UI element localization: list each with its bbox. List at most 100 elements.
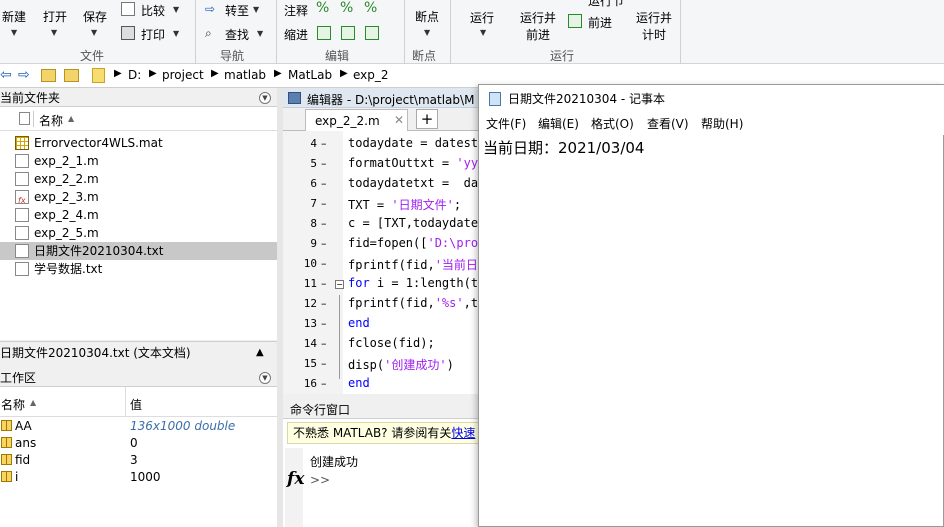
file-name: exp_2_5.m [34,226,99,240]
compare-dropdown-icon[interactable]: ▼ [173,5,179,14]
uncomment-icon[interactable]: % [340,0,353,16]
close-tab-icon[interactable]: ✕ [394,113,404,127]
file-row[interactable]: 日期文件20210304.txt [0,242,277,260]
variable-icon [1,454,12,465]
path-segment[interactable]: matlab [224,68,266,82]
path-segment[interactable]: MatLab [288,68,332,82]
workspace-row[interactable]: i 1000 [0,469,277,486]
variable-value: 136x1000 double [130,419,236,433]
file-row[interactable]: fx exp_2_3.m [0,188,277,206]
breakpoint-dropdown-icon[interactable]: ▼ [424,28,430,37]
menu-file[interactable]: 文件(F) [486,113,526,135]
find-button[interactable]: 查找 [225,26,249,43]
quick-start-link[interactable]: 快速 [451,426,475,440]
file-row[interactable]: 学号数据.txt [0,260,277,278]
breakpoint-marker[interactable]: – [321,277,327,290]
run-advance-line2[interactable]: 前进 [526,26,550,43]
command-prompt[interactable]: >> [310,473,330,487]
breakpoint-button[interactable]: 断点 [415,8,439,25]
save-button[interactable]: 保存 [83,8,107,25]
compare-icon [121,2,135,16]
breakpoint-marker[interactable]: – [321,357,327,370]
file-name: 日期文件20210304.txt [34,244,164,258]
name-column-header[interactable]: 名称 [1,396,25,413]
run-dropdown-icon[interactable]: ▼ [480,28,486,37]
print-button[interactable]: 打印 [141,26,165,43]
code-line: fclose(fid); [348,336,435,350]
menu-edit[interactable]: 编辑(E) [538,113,579,135]
find-dropdown-icon[interactable]: ▼ [257,29,263,38]
code-line: c = [TXT,todaydatet [348,216,486,230]
workspace-row[interactable]: fid 3 [0,452,277,469]
new-dropdown-icon[interactable]: ▼ [11,28,17,37]
save-dropdown-icon[interactable]: ▼ [91,28,97,37]
file-name: exp_2_4.m [34,208,99,222]
file-row[interactable]: Errorvector4WLS.mat [0,134,277,152]
breakpoint-marker[interactable]: – [321,377,327,390]
print-dropdown-icon[interactable]: ▼ [173,29,179,38]
path-segment[interactable]: project [162,68,204,82]
command-window[interactable]: 不熟悉 MATLAB? 请参阅有关快速 创建成功 fx >> [283,419,483,527]
breakpoint-marker[interactable]: – [321,257,327,270]
file-name: 学号数据.txt [34,262,103,276]
breakpoint-marker[interactable]: – [321,137,327,150]
line-number: 12 [303,297,317,310]
notepad-text-area[interactable]: 当前日期：2021/03/04 [483,137,644,158]
run-time-line2[interactable]: 计时 [642,26,666,43]
editor-tab[interactable]: exp_2_2.m ✕ [305,109,408,131]
name-column-header[interactable]: 名称 [39,112,63,129]
breakpoint-marker[interactable]: – [321,237,327,250]
run-button[interactable]: 运行 [470,9,494,26]
chevron-up-icon[interactable]: ▲ [256,342,264,364]
command-window-title: 命令行窗口 [290,403,351,417]
run-advance-line1[interactable]: 运行并 [520,9,556,26]
workspace-row[interactable]: ans 0 [0,435,277,452]
goto-button[interactable]: 转至 [225,2,249,19]
breakpoint-marker[interactable]: – [321,157,327,170]
smart-indent-icon[interactable] [317,26,331,40]
code-area[interactable]: 4– todaydate = datestr 5– formatOuttxt = 'y… [283,131,486,394]
menu-view[interactable]: 查看(V) [647,113,689,135]
breakpoint-marker[interactable]: – [321,297,327,310]
path-segment[interactable]: D: [128,68,141,82]
wrap-comment-icon[interactable]: % [364,0,377,16]
run-section-button[interactable]: 运行节 [588,0,624,9]
file-row[interactable]: exp_2_2.m [0,170,277,188]
goto-dropdown-icon[interactable]: ▼ [253,5,259,14]
advance-button[interactable]: 前进 [588,14,612,31]
fx-function-icon[interactable]: fx [287,469,304,489]
breakpoint-marker[interactable]: – [321,337,327,350]
code-line: TXT = '日期文件'; [348,198,462,212]
notepad-titlebar[interactable]: 日期文件20210304 - 记事本 [479,85,944,113]
breakpoint-marker[interactable]: – [321,197,327,210]
code-line: fprintf(fid,'当前日 [348,258,478,272]
browse-folder-icon[interactable] [64,69,79,82]
file-row[interactable]: exp_2_1.m [0,152,277,170]
up-folder-icon[interactable] [41,69,56,82]
new-tab-icon[interactable]: + [416,109,438,129]
code-fold-icon[interactable]: − [335,280,344,289]
path-segment[interactable]: exp_2 [353,68,389,82]
menu-format[interactable]: 格式(O) [591,113,634,135]
panel-menu-icon[interactable]: ▼ [259,92,271,104]
workspace-row[interactable]: AA 136x1000 double [0,418,277,435]
file-row[interactable]: exp_2_4.m [0,206,277,224]
compare-button[interactable]: 比较 [141,2,165,19]
value-column-header[interactable]: 值 [130,396,142,413]
run-time-line1[interactable]: 运行并 [636,9,672,26]
breakpoint-marker[interactable]: – [321,317,327,330]
new-button[interactable]: 新建 [2,8,26,25]
open-dropdown-icon[interactable]: ▼ [51,28,57,37]
variable-icon [1,437,12,448]
forward-icon[interactable]: ⇨ [18,67,30,83]
file-row[interactable]: exp_2_5.m [0,224,277,242]
breakpoint-marker[interactable]: – [321,217,327,230]
open-button[interactable]: 打开 [43,8,67,25]
decrease-indent-icon[interactable] [365,26,379,40]
back-icon[interactable]: ⇦ [0,67,12,83]
breakpoint-marker[interactable]: – [321,177,327,190]
menu-help[interactable]: 帮助(H) [701,113,743,135]
increase-indent-icon[interactable] [341,26,355,40]
panel-menu-icon[interactable]: ▼ [259,372,271,384]
percent-comment-icon[interactable]: % [316,0,329,16]
